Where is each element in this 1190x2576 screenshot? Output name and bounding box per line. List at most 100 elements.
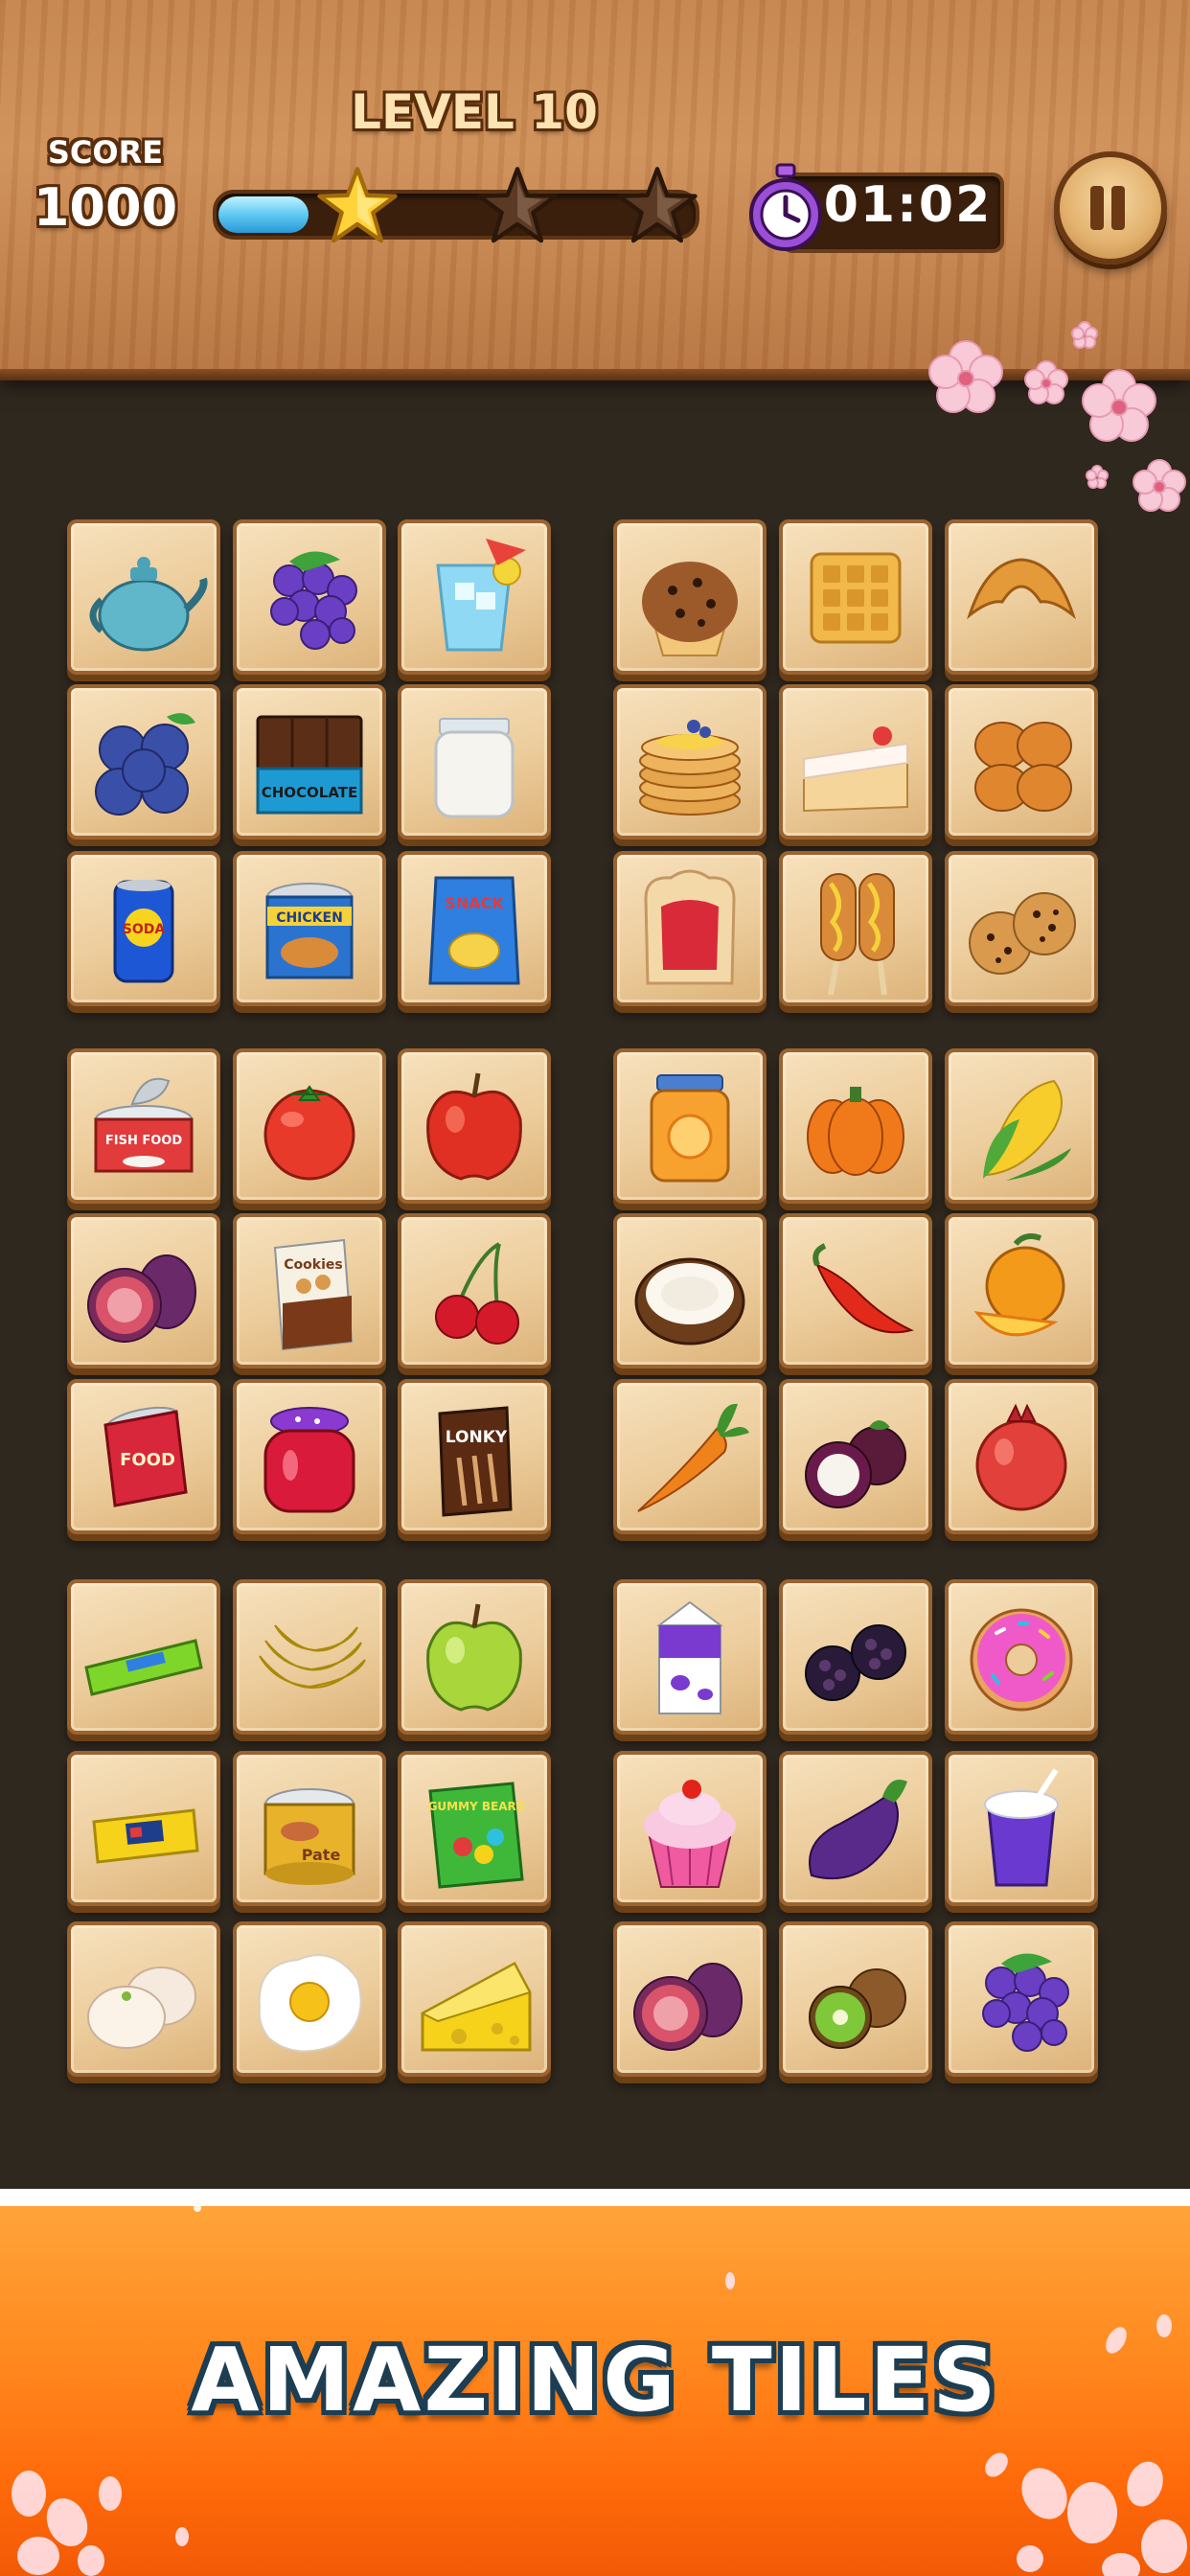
tile-teapot[interactable] <box>67 519 220 675</box>
grapes-icon <box>982 1953 1069 2052</box>
tile-cheese[interactable] <box>398 1921 551 2077</box>
tile-corn[interactable] <box>945 1048 1098 1204</box>
tile-label: Cookies <box>284 1257 342 1273</box>
tile-cake[interactable] <box>779 684 932 840</box>
tile-pancakes[interactable] <box>613 684 767 840</box>
bananas-icon <box>259 1624 366 1689</box>
tile-muffin[interactable] <box>613 519 767 675</box>
green-apple-icon <box>426 1603 522 1712</box>
tile-cookie-box[interactable]: Cookies <box>233 1213 386 1368</box>
tile-mangosteen[interactable] <box>779 1379 932 1534</box>
tile-chicken-can[interactable]: CHICKEN <box>233 851 386 1006</box>
tile-orange[interactable] <box>945 1213 1098 1368</box>
tile-waffle[interactable] <box>779 519 932 675</box>
banner-divider <box>0 2189 1190 2206</box>
fried-egg-icon <box>258 1954 362 2053</box>
waffle-icon <box>810 552 902 644</box>
score-value: 1000 <box>33 177 178 238</box>
tile-label: FISH FOOD <box>105 1134 182 1148</box>
muffin-icon <box>642 562 738 656</box>
milk-jar-icon <box>434 718 515 818</box>
tile-label: SNACK <box>445 894 504 912</box>
soda-can-icon: SODA <box>113 880 174 983</box>
tile-cookies[interactable] <box>945 851 1098 1006</box>
tile-candy-bar[interactable] <box>67 1751 220 1906</box>
milkshake-icon <box>984 1768 1059 1887</box>
tile-pate-can[interactable]: Pate <box>233 1751 386 1906</box>
corn-dogs-icon <box>820 873 895 996</box>
tile-orange-jar[interactable] <box>613 1048 767 1204</box>
tile-eggplant[interactable] <box>779 1751 932 1906</box>
tile-label: Pate <box>302 1846 341 1864</box>
tile-bread-rolls[interactable] <box>945 684 1098 840</box>
tile-coconut[interactable] <box>613 1213 767 1368</box>
tile-kiwi[interactable] <box>779 1921 932 2077</box>
tile-milkshake[interactable] <box>945 1751 1098 1906</box>
tile-dumplings[interactable] <box>67 1921 220 2077</box>
tile-fig[interactable] <box>613 1921 767 2077</box>
star-icon-earned <box>317 167 398 243</box>
tile-cherries[interactable] <box>398 1213 551 1368</box>
tile-label: GUMMY BEARS <box>428 1800 525 1813</box>
pause-icon <box>1111 186 1125 230</box>
tile-label: FOOD <box>120 1450 175 1470</box>
tile-toast-jam[interactable] <box>613 851 767 1006</box>
fish-can-icon: FISH FOOD <box>94 1077 194 1173</box>
progress-fill <box>218 196 309 233</box>
star-icon-empty <box>477 167 558 243</box>
tile-gummy-bears[interactable]: GUMMY BEARS <box>398 1751 551 1906</box>
food-can-icon: FOOD <box>103 1406 188 1507</box>
tile-gum[interactable] <box>67 1579 220 1735</box>
jam-jar-icon <box>263 1407 355 1513</box>
tile-grapes[interactable] <box>945 1921 1098 2077</box>
timer-value: 01:02 <box>823 176 993 234</box>
mangosteen-icon <box>805 1420 906 1508</box>
score-label: SCORE <box>47 134 164 171</box>
tile-chocolate[interactable]: CHOCOLATE <box>233 684 386 840</box>
eggplant-icon <box>809 1780 907 1880</box>
pause-button[interactable] <box>1054 151 1167 264</box>
tile-chips[interactable]: SNACK <box>398 851 551 1006</box>
milk-carton-icon <box>656 1600 723 1714</box>
tile-corn-dogs[interactable] <box>779 851 932 1006</box>
carrot-icon <box>637 1403 749 1512</box>
tile-carrot[interactable] <box>613 1379 767 1534</box>
tile-donut[interactable] <box>945 1579 1098 1735</box>
iced-drink-icon <box>436 539 526 652</box>
chips-icon: SNACK <box>428 876 520 985</box>
tile-soda-can[interactable]: SODA <box>67 851 220 1006</box>
tile-choco-sticks[interactable]: LONKY <box>398 1379 551 1534</box>
pancakes-icon <box>639 720 741 816</box>
grapes-icon <box>270 551 357 650</box>
cookie-box-icon: Cookies <box>273 1238 354 1351</box>
kiwi-icon <box>809 1968 906 2049</box>
tile-milk-carton[interactable] <box>613 1579 767 1735</box>
tile-fig[interactable] <box>67 1213 220 1368</box>
tile-pomegranate[interactable] <box>945 1379 1098 1534</box>
tile-croissant[interactable] <box>945 519 1098 675</box>
tile-food-can[interactable]: FOOD <box>67 1379 220 1534</box>
gummy-bears-icon: GUMMY BEARS <box>428 1782 525 1889</box>
tile-blueberries[interactable] <box>67 684 220 840</box>
tile-cupcake[interactable] <box>613 1751 767 1906</box>
tile-grapes[interactable] <box>233 519 386 675</box>
cherries-icon <box>435 1242 519 1345</box>
tile-iced-drink[interactable] <box>398 519 551 675</box>
tile-pumpkin[interactable] <box>779 1048 932 1204</box>
tile-green-apple[interactable] <box>398 1579 551 1735</box>
tile-fried-egg[interactable] <box>233 1921 386 2077</box>
tile-red-apple[interactable] <box>398 1048 551 1204</box>
tile-fish-can[interactable]: FISH FOOD <box>67 1048 220 1204</box>
tile-blackberries[interactable] <box>779 1579 932 1735</box>
tile-board: CHOCOLATE SODA CHICKEN SNACK FISH FOOD Cookie… <box>0 383 1190 2185</box>
tile-milk-jar[interactable] <box>398 684 551 840</box>
orange-jar-icon <box>650 1074 730 1183</box>
dumplings-icon <box>87 1966 196 2049</box>
tomato-icon <box>263 1085 355 1181</box>
tile-chili[interactable] <box>779 1213 932 1368</box>
tile-jam-jar[interactable] <box>233 1379 386 1534</box>
fig-icon <box>87 1254 196 1343</box>
tile-tomato[interactable] <box>233 1048 386 1204</box>
tile-bananas[interactable] <box>233 1579 386 1735</box>
pomegranate-icon <box>975 1403 1067 1511</box>
